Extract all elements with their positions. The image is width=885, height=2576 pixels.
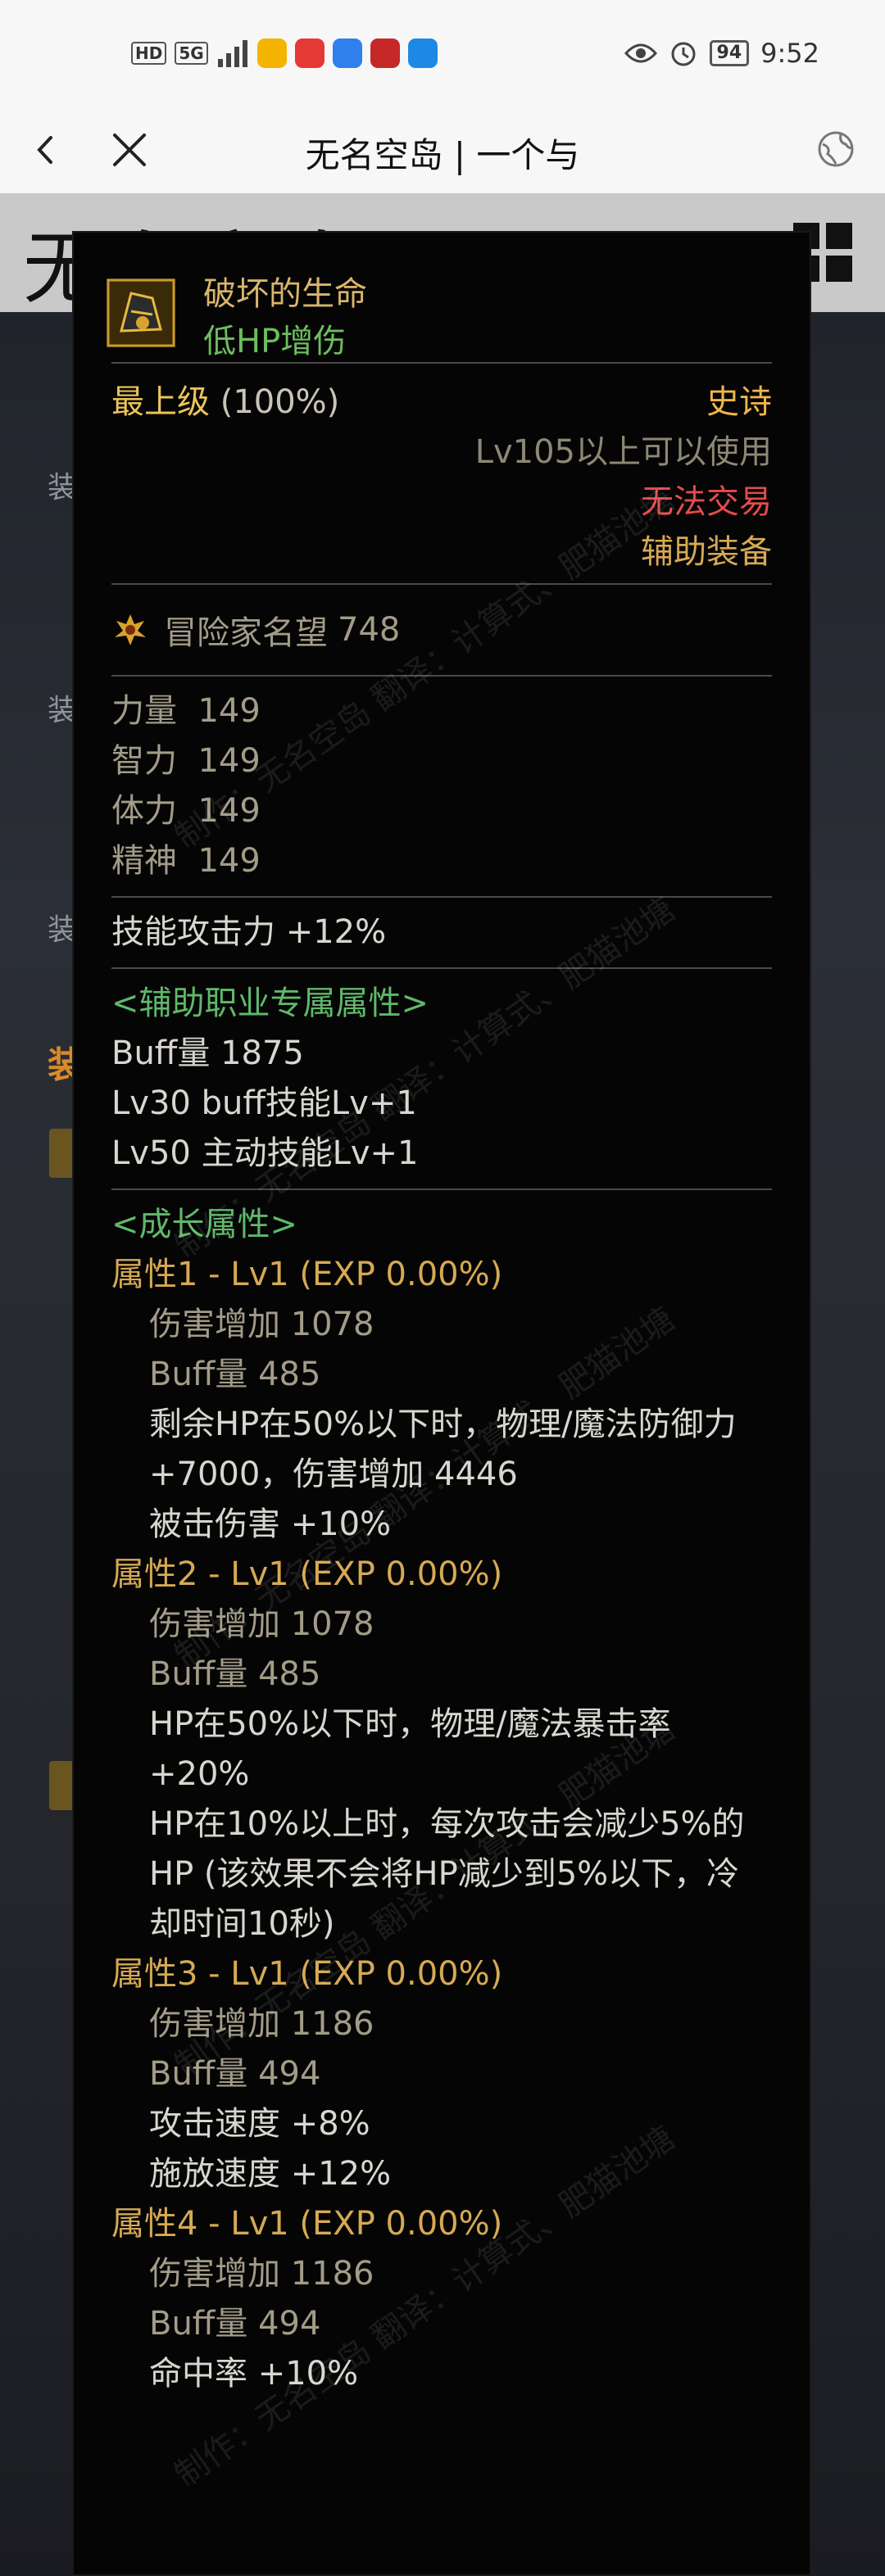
support-line: Buff量 1875 [111, 1034, 304, 1072]
growth-title: 属性2 - Lv1 (EXP 0.00%) [111, 1555, 503, 1593]
fame-emblem-icon [115, 614, 146, 645]
growth-damage: 伤害增加 1186 [149, 2005, 374, 2043]
stat-row: 智力 149 [111, 736, 772, 786]
support-header: <辅助职业专属属性> [111, 985, 429, 1022]
stat-name: 力量 [111, 692, 177, 730]
stat-value: 149 [197, 842, 261, 880]
stat-name: 智力 [111, 742, 177, 780]
skill-attack: 技能攻击力 +12% [111, 913, 387, 951]
growth-damage: 伤害增加 1186 [149, 2255, 374, 2293]
growth-header: <成长属性> [111, 1206, 298, 1243]
stat-name: 精神 [111, 842, 177, 880]
signal-icon [217, 40, 247, 67]
stat-name: 体力 [111, 792, 177, 830]
status-bar: HD 5G 94 9:52 [0, 0, 885, 106]
growth-effect: 攻击速度 +8% [149, 2105, 370, 2143]
growth-effect: 剩余HP在50%以下时，物理/魔法防御力 +7000，伤害增加 4446 [149, 1406, 737, 1493]
rarity: 史诗 [706, 383, 772, 421]
app-icon-search [407, 38, 438, 68]
network-badge: 5G [175, 42, 208, 65]
item-icon [107, 278, 175, 347]
stat-value: 149 [197, 692, 261, 730]
eye-icon [624, 43, 657, 63]
base-stats: 力量 149 智力 149 体力 149 精神 149 [111, 677, 772, 896]
stat-value: 149 [197, 742, 261, 780]
growth-effect: 被击伤害 +10% [149, 1505, 392, 1543]
growth-effect: 命中率 +10% [149, 2355, 359, 2393]
fame-label: 冒险家名望 [164, 614, 328, 652]
growth-effect: HP在50%以下时，物理/魔法暴击率 +20% [149, 1705, 671, 1793]
app-icon-stocks [294, 38, 324, 68]
growth-block: <成长属性> 属性1 - Lv1 (EXP 0.00%) 伤害增加 1078 B… [111, 1190, 772, 2409]
stat-row: 精神 149 [111, 836, 772, 886]
growth-effect: 施放速度 +12% [149, 2155, 392, 2193]
growth-title: 属性4 - Lv1 (EXP 0.00%) [111, 2205, 503, 2243]
growth-buff: Buff量 485 [149, 1356, 321, 1393]
growth-buff: Buff量 494 [149, 2055, 321, 2093]
level-requirement: Lv105以上可以使用 [474, 432, 772, 471]
battery-indicator: 94 [709, 40, 750, 66]
grade: 最上级 (100%) [111, 375, 339, 423]
growth-buff: Buff量 485 [149, 1655, 321, 1693]
stat-row: 体力 149 [111, 786, 772, 836]
growth-title: 属性1 - Lv1 (EXP 0.00%) [111, 1256, 503, 1293]
app-icon-cloud [332, 38, 362, 68]
status-time: 9:52 [760, 38, 819, 69]
fame-row: 冒险家名望 748 [111, 585, 772, 675]
stat-value: 149 [197, 792, 261, 830]
growth-effect: HP在10%以上时，每次攻击会减少5%的 HP (该效果不会将HP减少到5%以下… [149, 1805, 745, 1943]
app-icon-chat [256, 38, 287, 68]
growth-damage: 伤害增加 1078 [149, 1306, 374, 1343]
status-left: HD 5G [131, 38, 438, 68]
support-line: Lv30 buff技能Lv+1 [111, 1084, 417, 1122]
globe-icon[interactable] [816, 129, 856, 169]
item-subtitle: 低HP增伤 [203, 323, 347, 360]
grade-value: (100%) [220, 383, 340, 421]
app-icon-game [370, 38, 400, 68]
trade-status: 无法交易 [641, 482, 772, 521]
item-category: 辅助装备 [641, 532, 772, 571]
grade-label: 最上级 [111, 383, 210, 421]
alarm-icon [671, 42, 696, 66]
item-info-block: 最上级 (100%) 史诗 Lv105以上可以使用 无法交易 辅助装备 [111, 364, 772, 583]
tooltip-header: 破坏的生命 低HP增伤 [107, 233, 772, 362]
item-tooltip: 制作：无名空岛 翻译：计算式、肥猫池塘 制作：无名空岛 翻译：计算式、肥猫池塘 … [72, 231, 811, 2576]
support-block: <辅助职业专属属性> Buff量 1875 Lv30 buff技能Lv+1 Lv… [111, 969, 772, 1188]
growth-buff: Buff量 494 [149, 2305, 321, 2343]
growth-title: 属性3 - Lv1 (EXP 0.00%) [111, 1955, 503, 1993]
page-title: 无名空岛 | 一个与 [305, 135, 580, 175]
stat-row: 力量 149 [111, 686, 772, 736]
item-name: 破坏的生命 [203, 275, 367, 313]
status-right: 94 9:52 [624, 38, 819, 69]
hd-badge: HD [131, 42, 167, 65]
growth-damage: 伤害增加 1078 [149, 1605, 374, 1643]
fame-value: 748 [338, 611, 401, 649]
skill-attack-block: 技能攻击力 +12% [111, 898, 772, 967]
nav-bar: 无名空岛 | 一个与 [0, 106, 885, 193]
support-line: Lv50 主动技能Lv+1 [111, 1134, 419, 1172]
